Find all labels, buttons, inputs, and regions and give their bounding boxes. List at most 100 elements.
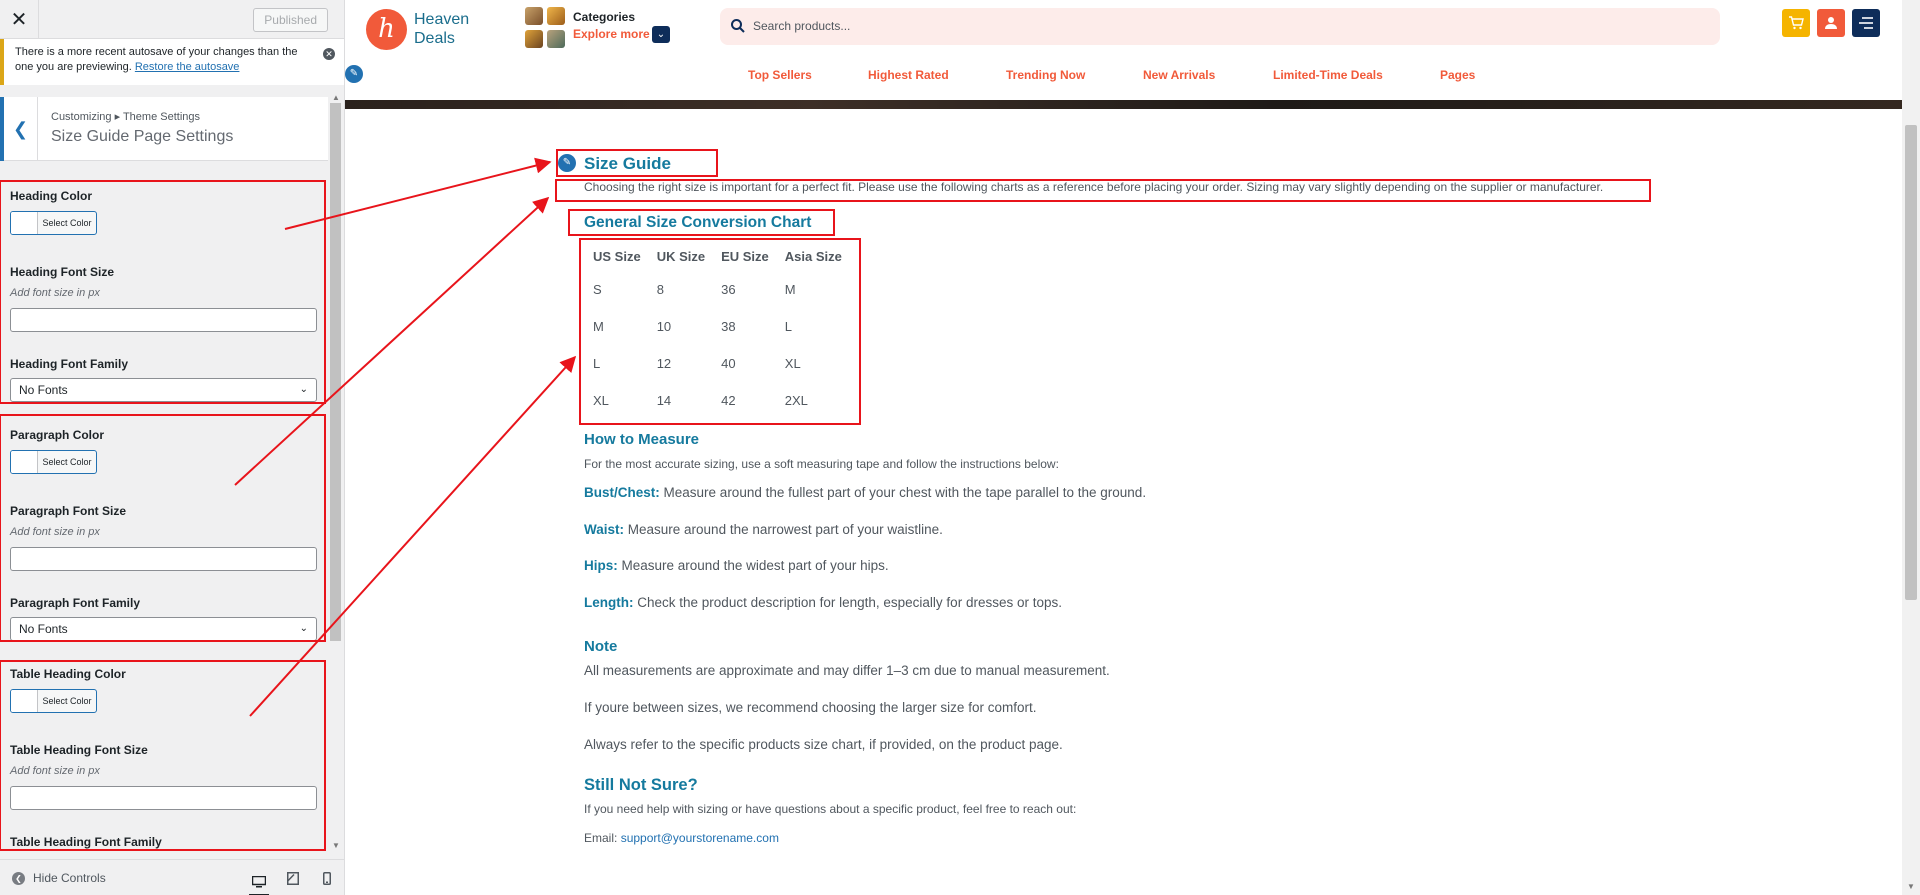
back-arrow-icon[interactable]: ❮ — [0, 97, 38, 161]
paragraph-font-size-input[interactable] — [10, 547, 317, 571]
hero-banner-edge — [345, 100, 1902, 109]
page-title: Size Guide — [584, 154, 671, 173]
nav-item-new-arrivals[interactable]: New Arrivals — [1143, 68, 1215, 82]
table-heading-font-size-label: Table Heading Font Size — [10, 743, 148, 757]
table-heading-font-size-input[interactable] — [10, 786, 317, 810]
nav-item-highest-rated[interactable]: Highest Rated — [868, 68, 949, 82]
customizer-topbar: ✕ Published — [0, 0, 344, 39]
main-nav: Top Sellers Highest Rated Trending Now N… — [345, 68, 1902, 86]
site-logo-text[interactable]: Heaven Deals — [414, 10, 469, 48]
logo-line-1: Heaven — [414, 11, 470, 28]
chevron-down-icon[interactable]: ⌄ — [652, 26, 670, 43]
measure-item: Bust/Chest: Measure around the fullest p… — [584, 485, 1146, 500]
scrollbar-thumb[interactable] — [330, 103, 341, 641]
table-heading-color-label: Table Heading Color — [10, 667, 126, 681]
user-icon[interactable] — [1817, 9, 1845, 37]
collapse-icon[interactable]: ❮ — [12, 872, 25, 885]
table-cell: 10 — [656, 319, 672, 334]
table-header-cell: US Size — [593, 248, 641, 264]
close-icon[interactable]: ✕ — [0, 0, 39, 39]
preview-scrollbar[interactable]: ▼ — [1902, 0, 1920, 895]
site-header: h Heaven Deals Categories Explore more ⌄… — [345, 0, 1902, 109]
table-heading-color-button[interactable]: Select Color — [10, 689, 97, 713]
select-color-label: Select Color — [42, 218, 92, 228]
category-thumbnail-icon[interactable] — [525, 30, 543, 48]
measure-text: Measure around the narrowest part of you… — [627, 522, 943, 537]
paragraph-color-button[interactable]: Select Color — [10, 450, 97, 474]
logo-icon[interactable]: h — [366, 9, 407, 50]
table-cell: 38 — [721, 319, 736, 334]
explore-more-link[interactable]: Explore more — [573, 27, 650, 41]
publish-button[interactable]: Published — [253, 8, 328, 32]
category-thumbnail-icon[interactable] — [525, 7, 543, 25]
nav-item-trending-now[interactable]: Trending Now — [1006, 68, 1085, 82]
scroll-down-icon[interactable]: ▼ — [1907, 882, 1915, 891]
category-thumbnail-icon[interactable] — [547, 30, 565, 48]
edit-shortcut-icon[interactable]: ✎ — [558, 154, 576, 172]
paragraph-font-family-select[interactable]: No Fonts ⌄ — [10, 617, 317, 641]
table-row: L 12 40 XL — [593, 345, 858, 382]
customizer-sidebar: ✕ Published There is a more recent autos… — [0, 0, 345, 895]
support-email-link[interactable]: support@yourstorename.com — [621, 831, 779, 845]
table-cell: 8 — [656, 282, 664, 297]
table-cell: M — [784, 282, 796, 297]
note-item: If youre between sizes, we recommend cho… — [584, 700, 1037, 715]
note-item: Always refer to the specific products si… — [584, 737, 1063, 752]
note-item: All measurements are approximate and may… — [584, 663, 1110, 678]
table-header-cell: UK Size — [656, 248, 706, 264]
category-thumbnail-icon[interactable] — [547, 7, 565, 25]
measure-item: Hips: Measure around the widest part of … — [584, 558, 889, 573]
measure-intro: For the most accurate sizing, use a soft… — [584, 457, 1059, 471]
email-label: Email: — [584, 831, 618, 845]
autosave-notice: There is a more recent autosave of your … — [0, 39, 344, 85]
chevron-down-icon: ⌄ — [299, 623, 308, 634]
intro-paragraph: Choosing the right size is important for… — [584, 180, 1604, 194]
support-email-line: Email: support@yourstorename.com — [584, 831, 779, 845]
chart-heading: General Size Conversion Chart — [584, 214, 812, 231]
table-row: XL 14 42 2XL — [593, 382, 858, 419]
hide-controls-button[interactable]: Hide Controls — [33, 871, 106, 885]
table-row: M 10 38 L — [593, 308, 858, 345]
restore-autosave-link[interactable]: Restore the autosave — [135, 61, 240, 73]
search-bar[interactable]: Search products... — [720, 8, 1720, 45]
heading-font-family-select[interactable]: No Fonts ⌄ — [10, 378, 317, 402]
chevron-down-icon: ⌄ — [299, 384, 308, 395]
cart-icon[interactable] — [1782, 9, 1810, 37]
menu-icon[interactable] — [1852, 9, 1880, 37]
table-cell: L — [593, 356, 601, 371]
mobile-preview-icon[interactable] — [317, 869, 337, 887]
nav-item-pages[interactable]: Pages — [1440, 68, 1475, 82]
nav-item-limited-time-deals[interactable]: Limited-Time Deals — [1273, 68, 1383, 82]
nav-item-top-sellers[interactable]: Top Sellers — [748, 68, 812, 82]
table-row: S 8 36 M — [593, 271, 858, 308]
search-input[interactable]: Search products... — [753, 19, 850, 33]
search-icon — [731, 19, 745, 33]
logo-line-2: Deals — [414, 30, 455, 47]
categories-title: Categories — [573, 10, 636, 24]
paragraph-font-size-desc: Add font size in px — [10, 526, 100, 538]
measure-term: Bust/Chest: — [584, 485, 660, 500]
customizer-footer: ❮ Hide Controls — [0, 859, 344, 895]
heading-color-button[interactable]: Select Color — [10, 211, 97, 235]
heading-font-family-label: Heading Font Family — [10, 357, 129, 371]
scroll-down-icon[interactable]: ▼ — [332, 841, 340, 850]
paragraph-color-label: Paragraph Color — [10, 428, 105, 442]
dismiss-notice-icon[interactable]: ✕ — [323, 48, 335, 60]
scrollbar-thumb[interactable] — [1905, 125, 1917, 600]
table-cell: 36 — [721, 282, 736, 297]
sidebar-scrollbar[interactable]: ▲ ▼ — [328, 91, 343, 851]
desktop-preview-icon[interactable] — [249, 869, 269, 895]
section-header: ❮ Customizing ▸ Theme Settings Size Guid… — [0, 97, 328, 161]
table-cell: XL — [784, 356, 801, 371]
table-cell: 12 — [656, 356, 672, 371]
scroll-up-icon[interactable]: ▲ — [332, 93, 340, 102]
table-cell: 2XL — [784, 393, 808, 408]
tablet-preview-icon[interactable] — [283, 869, 303, 887]
measure-text: Measure around the fullest part of your … — [663, 485, 1147, 500]
heading-font-size-input[interactable] — [10, 308, 317, 332]
select-value: No Fonts — [19, 622, 68, 636]
heading-font-size-desc: Add font size in px — [10, 287, 100, 299]
table-cell: 14 — [656, 393, 672, 408]
size-conversion-table: US Size UK Size EU Size Asia Size S 8 36… — [593, 241, 858, 419]
table-header-cell: Asia Size — [784, 248, 842, 264]
